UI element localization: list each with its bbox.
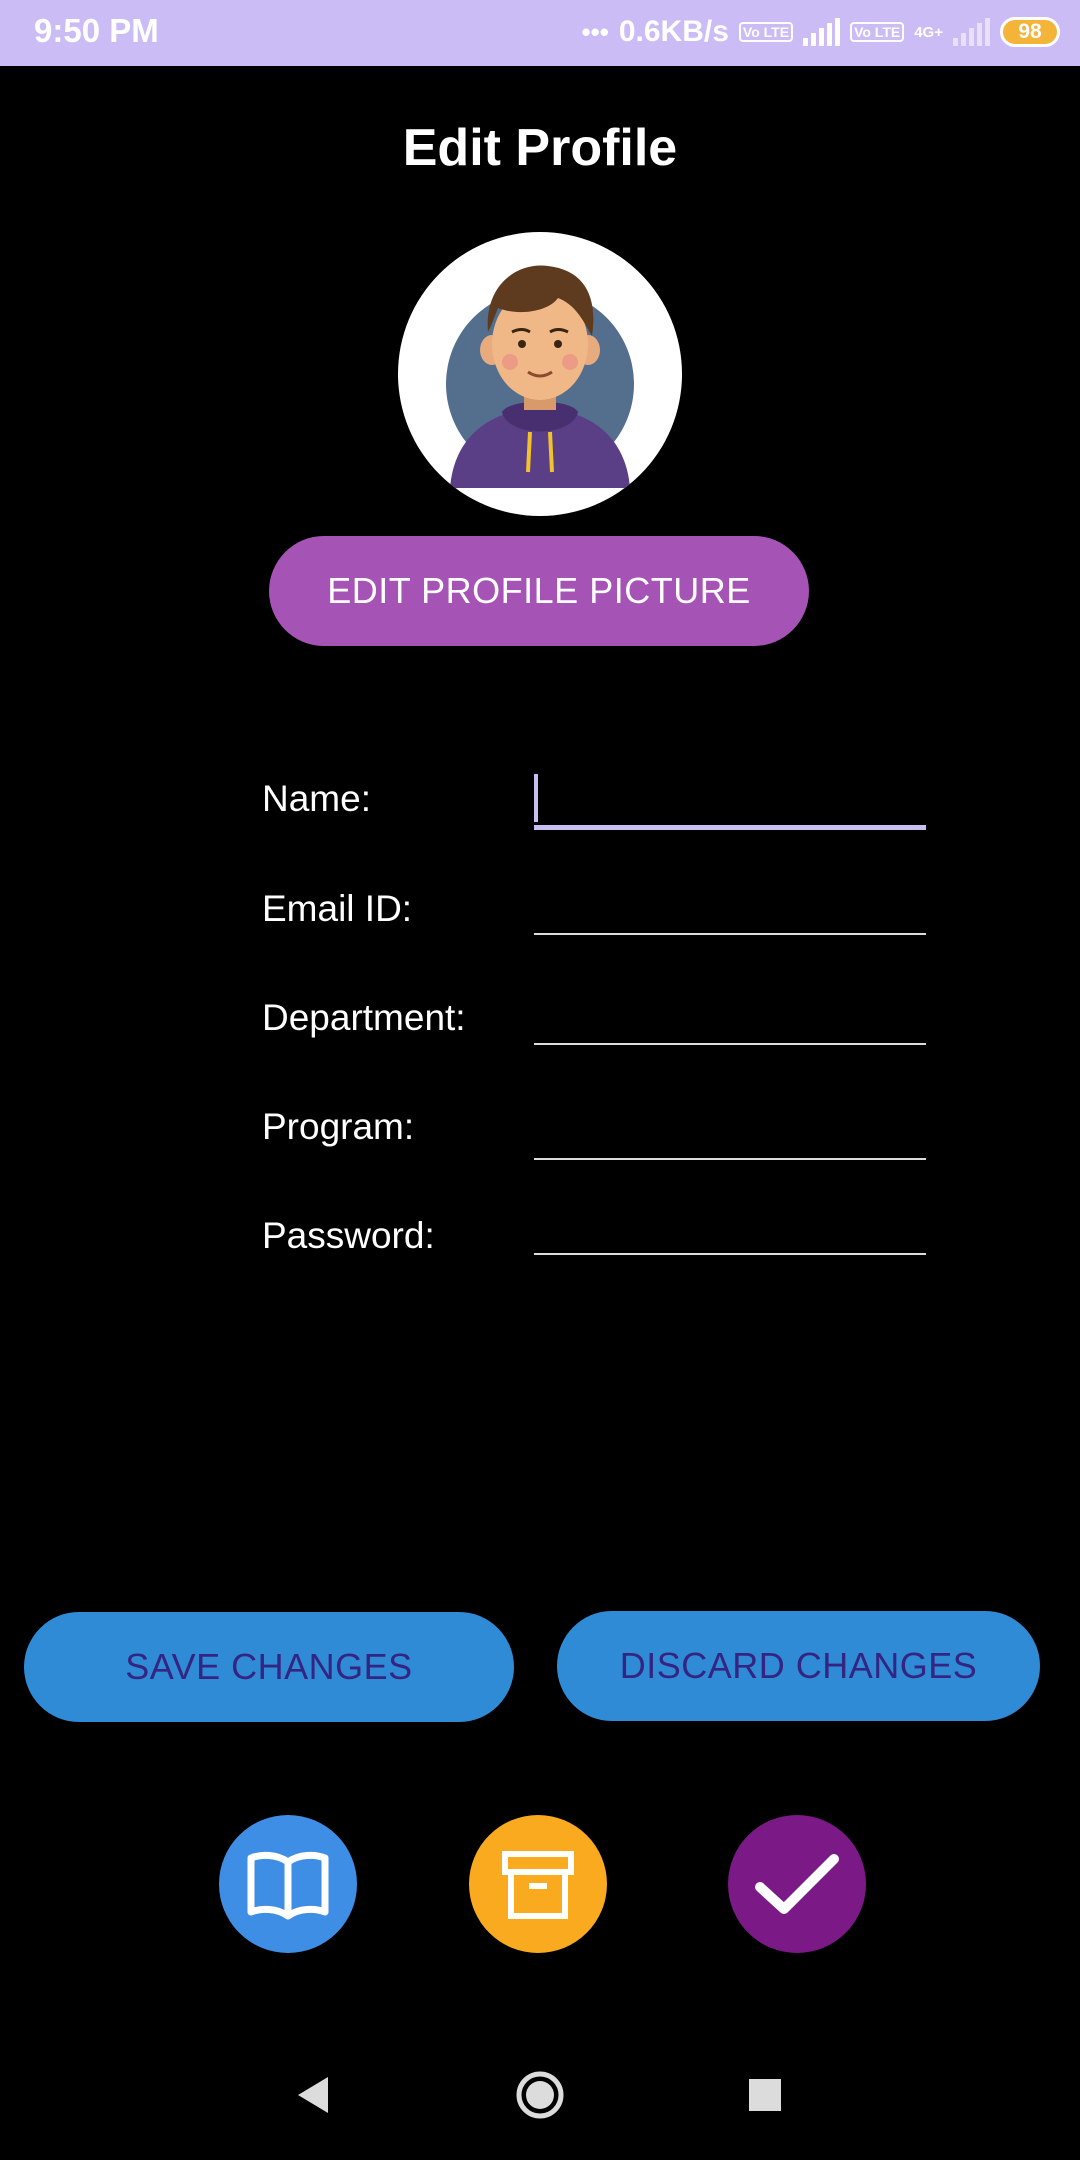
department-label: Department:: [262, 997, 466, 1038]
program-label: Program:: [262, 1106, 415, 1147]
check-icon: [755, 1854, 839, 1914]
page-title: Edit Profile: [402, 119, 678, 177]
home-button[interactable]: [515, 2070, 565, 2120]
program-field[interactable]: [534, 1158, 926, 1160]
battery-level: 98: [1018, 20, 1042, 43]
email-field[interactable]: [534, 933, 926, 935]
volte-icon: Vo LTE: [850, 22, 905, 42]
recents-button[interactable]: [740, 2070, 790, 2120]
avatar[interactable]: [398, 232, 682, 516]
save-changes-button[interactable]: SAVE CHANGES: [24, 1612, 514, 1722]
email-label: Email ID:: [262, 888, 413, 929]
status-time: 9:50 PM: [34, 12, 159, 49]
name-field[interactable]: [534, 825, 926, 830]
avatar-illustration: [446, 265, 634, 488]
text-cursor: [534, 774, 538, 822]
recents-icon: [749, 2079, 781, 2111]
home-icon: [516, 2071, 564, 2119]
password-field[interactable]: [534, 1253, 926, 1255]
network-speed: 0.6KB/s: [618, 15, 729, 48]
archive-icon: [502, 1851, 574, 1919]
edit-profile-picture-button[interactable]: EDIT PROFILE PICTURE: [269, 536, 809, 646]
name-label: Name:: [262, 778, 371, 819]
battery-icon: 98: [1000, 17, 1060, 47]
signal-icon: [953, 18, 990, 46]
status-bar: 9:50 PM ••• 0.6KB/s Vo LTE Vo LTE 4G+ 98: [0, 0, 1080, 66]
department-field[interactable]: [534, 1043, 926, 1045]
book-icon: [247, 1851, 329, 1920]
status-icons: ••• 0.6KB/s Vo LTE Vo LTE 4G+ 98: [582, 10, 1060, 54]
archive-button[interactable]: [469, 1815, 607, 1953]
network-type: 4G+: [914, 23, 943, 41]
volte-icon: Vo LTE: [738, 22, 794, 42]
signal-icon: [803, 18, 841, 46]
back-icon: [298, 2077, 328, 2113]
back-button[interactable]: [287, 2070, 337, 2120]
dots-icon: •••: [581, 16, 609, 47]
check-button[interactable]: [728, 1815, 866, 1953]
discard-changes-button[interactable]: DISCARD CHANGES: [557, 1611, 1040, 1721]
book-button[interactable]: [219, 1815, 357, 1953]
password-label: Password:: [262, 1215, 435, 1256]
